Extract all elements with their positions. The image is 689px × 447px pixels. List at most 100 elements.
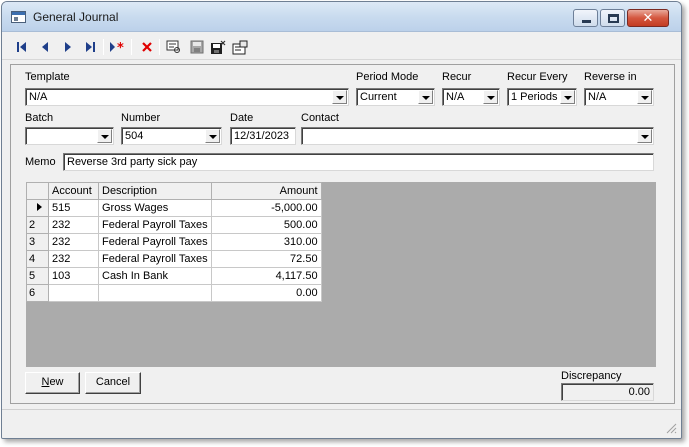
recur-every-select[interactable]: 1 Periods xyxy=(507,88,577,106)
window-title: General Journal xyxy=(33,10,119,24)
chevron-down-icon[interactable] xyxy=(560,90,575,104)
chevron-down-icon[interactable] xyxy=(637,90,652,104)
period-mode-value: Current xyxy=(360,91,397,103)
account-cell[interactable]: 232 xyxy=(48,250,99,268)
period-mode-select[interactable]: Current xyxy=(356,88,435,106)
first-record-icon xyxy=(17,42,26,52)
maximize-button[interactable] xyxy=(600,9,625,27)
recur-value: N/A xyxy=(446,91,465,103)
find-button[interactable] xyxy=(164,37,184,57)
status-bar xyxy=(2,409,681,438)
memo-value: Reverse 3rd party sick pay xyxy=(67,156,198,168)
new-record-button[interactable]: * xyxy=(108,37,128,57)
toolbar: * xyxy=(2,33,681,60)
first-record-button[interactable] xyxy=(12,37,32,57)
amount-cell[interactable]: 0.00 xyxy=(210,284,322,302)
reverse-in-label: Reverse in xyxy=(584,71,637,83)
template-label: Template xyxy=(25,71,70,83)
delete-icon xyxy=(142,42,152,52)
column-header-amount[interactable]: Amount xyxy=(210,182,322,200)
table-header-row: Account Description Amount xyxy=(26,182,322,200)
number-select[interactable]: 504 xyxy=(121,127,222,145)
chevron-down-icon[interactable] xyxy=(332,90,347,104)
recur-label: Recur xyxy=(442,71,472,83)
column-header-description[interactable]: Description xyxy=(98,182,212,200)
window-controls: ✕ xyxy=(571,9,669,27)
account-cell[interactable]: 232 xyxy=(48,216,99,234)
minimize-button[interactable] xyxy=(573,9,598,27)
last-record-icon xyxy=(86,42,95,52)
amount-cell[interactable]: -5,000.00 xyxy=(210,199,322,217)
close-button[interactable]: ✕ xyxy=(627,9,669,27)
chevron-down-icon[interactable] xyxy=(483,90,498,104)
reverse-in-select[interactable]: N/A xyxy=(584,88,654,106)
chevron-down-icon[interactable] xyxy=(637,129,652,143)
date-field[interactable]: 12/31/2023 xyxy=(230,127,296,145)
contact-select[interactable] xyxy=(301,127,654,145)
amount-cell[interactable]: 500.00 xyxy=(210,216,322,234)
batch-select[interactable] xyxy=(25,127,114,145)
properties-button[interactable] xyxy=(230,37,250,57)
row-number-cell: 3 xyxy=(26,233,49,251)
table-row[interactable]: 6 0.00 xyxy=(26,284,322,302)
account-cell[interactable]: 103 xyxy=(48,267,99,285)
delete-button[interactable] xyxy=(137,37,157,57)
discrepancy-field: 0.00 xyxy=(561,383,654,401)
minimize-icon xyxy=(582,20,591,23)
chevron-down-icon[interactable] xyxy=(205,129,220,143)
chevron-down-icon[interactable] xyxy=(97,129,112,143)
journal-lines-table: Account Description Amount 515 Gross Wag… xyxy=(26,182,322,302)
description-cell[interactable] xyxy=(98,284,212,302)
title-bar[interactable]: General Journal ✕ xyxy=(2,2,681,32)
row-number-cell: 2 xyxy=(26,216,49,234)
general-journal-window: General Journal ✕ * Template Period Mode… xyxy=(1,1,682,439)
row-number-cell: 4 xyxy=(26,250,49,268)
description-cell[interactable]: Federal Payroll Taxes xyxy=(98,250,212,268)
account-cell[interactable]: 232 xyxy=(48,233,99,251)
properties-icon xyxy=(232,40,248,54)
table-row[interactable]: 2 232 Federal Payroll Taxes 500.00 xyxy=(26,216,322,234)
description-cell[interactable]: Federal Payroll Taxes xyxy=(98,233,212,251)
number-value: 504 xyxy=(125,130,144,142)
save-icon xyxy=(190,40,204,54)
svg-text:*: * xyxy=(117,41,124,54)
close-icon: ✕ xyxy=(642,10,654,25)
amount-cell[interactable]: 4,117.50 xyxy=(210,267,322,285)
table-row[interactable]: 515 Gross Wages -5,000.00 xyxy=(26,199,322,217)
column-header-account[interactable]: Account xyxy=(48,182,99,200)
description-cell[interactable]: Gross Wages xyxy=(98,199,212,217)
next-record-button[interactable] xyxy=(58,37,78,57)
description-cell[interactable]: Cash In Bank xyxy=(98,267,212,285)
table-row[interactable]: 4 232 Federal Payroll Taxes 72.50 xyxy=(26,250,322,268)
template-value: N/A xyxy=(29,91,48,103)
template-select[interactable]: N/A xyxy=(25,88,349,106)
find-icon xyxy=(166,40,180,53)
save-close-button[interactable] xyxy=(208,37,228,57)
resize-grip-icon[interactable] xyxy=(665,422,677,434)
last-record-button[interactable] xyxy=(80,37,100,57)
row-number-cell: 5 xyxy=(26,267,49,285)
table-row[interactable]: 3 232 Federal Payroll Taxes 310.00 xyxy=(26,233,322,251)
description-cell[interactable]: Federal Payroll Taxes xyxy=(98,216,212,234)
amount-cell[interactable]: 310.00 xyxy=(210,233,322,251)
journal-lines-grid: Account Description Amount 515 Gross Wag… xyxy=(26,182,656,367)
save-close-icon xyxy=(211,40,226,54)
toolbar-separator xyxy=(103,39,104,55)
chevron-down-icon[interactable] xyxy=(418,90,433,104)
recur-select[interactable]: N/A xyxy=(442,88,500,106)
recur-every-value: 1 Periods xyxy=(511,91,558,103)
amount-cell[interactable]: 72.50 xyxy=(210,250,322,268)
account-cell[interactable]: 515 xyxy=(48,199,99,217)
row-header-corner xyxy=(26,182,49,200)
account-cell[interactable] xyxy=(48,284,99,302)
cancel-button[interactable]: Cancel xyxy=(85,372,141,394)
recur-every-label: Recur Every xyxy=(507,71,568,83)
date-label: Date xyxy=(230,112,254,124)
new-button[interactable]: New xyxy=(25,372,80,394)
previous-record-button[interactable] xyxy=(35,37,55,57)
save-button[interactable] xyxy=(187,37,207,57)
journal-entry-panel: Template Period Mode Recur Recur Every R… xyxy=(10,64,675,404)
window-app-icon[interactable] xyxy=(11,11,26,23)
table-row[interactable]: 5 103 Cash In Bank 4,117.50 xyxy=(26,267,322,285)
memo-field[interactable]: Reverse 3rd party sick pay xyxy=(63,153,654,171)
